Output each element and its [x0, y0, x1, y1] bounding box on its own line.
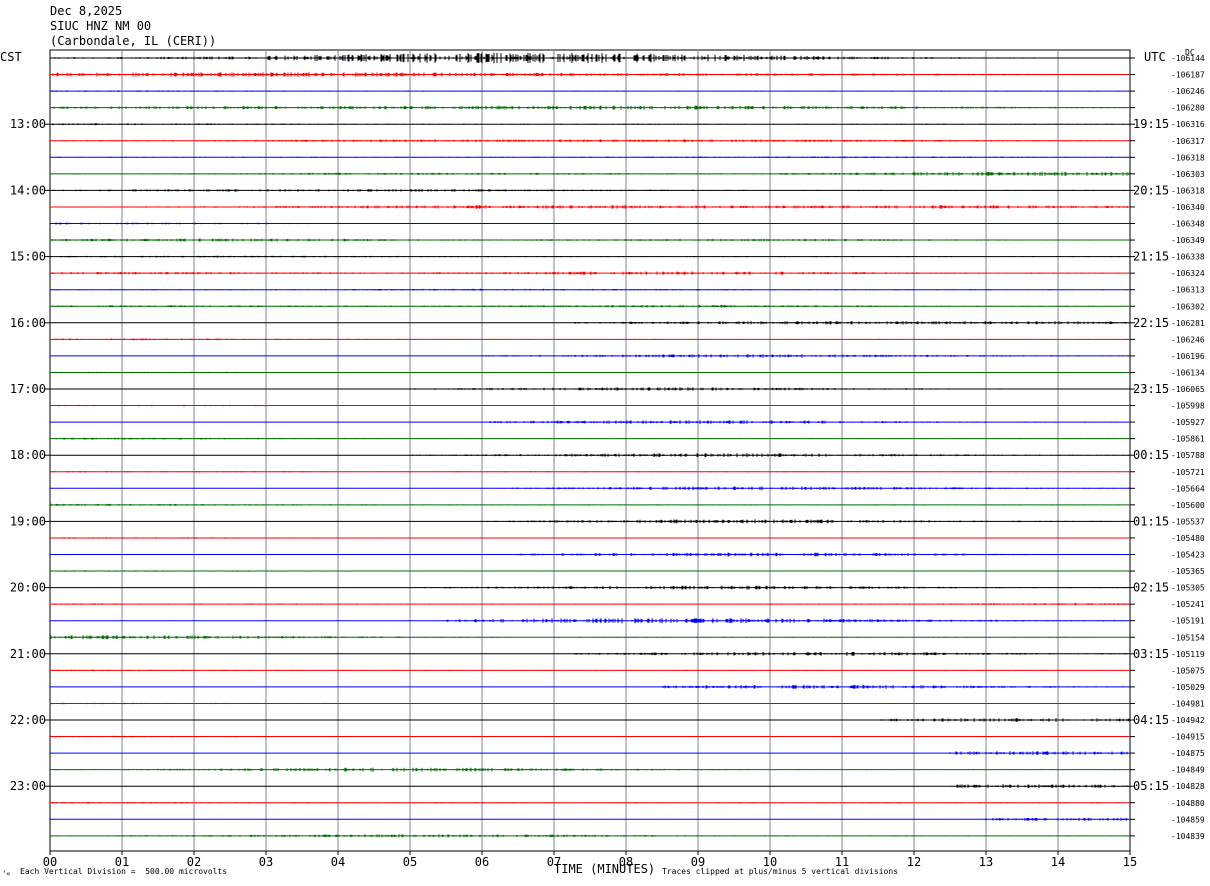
utc-hour-label: 01:15 — [1133, 514, 1169, 528]
right-axis-label: UTC — [1144, 50, 1166, 64]
dc-value-label: -105305 — [1171, 584, 1205, 593]
utc-hour-label: 19:15 — [1133, 117, 1169, 131]
dc-value-label: -106134 — [1171, 368, 1205, 377]
helicorder-plot: 00 01 02 03 04 05 06 07 08 09 10 11 12 13 14 15-106144-… — [10, 49, 1205, 869]
dc-value-label: -104875 — [1171, 749, 1205, 758]
dc-value-label: -106324 — [1171, 269, 1205, 278]
dc-value-label: -106338 — [1171, 253, 1205, 262]
dc-value-label: -104849 — [1171, 766, 1205, 775]
dc-value-label: -106318 — [1171, 186, 1205, 195]
plot-frame — [49, 49, 1131, 852]
trace-noise — [51, 105, 1128, 110]
utc-hour-label: 05:15 — [1133, 779, 1169, 793]
x-axis-title: TIME (MINUTES) — [554, 862, 656, 876]
dc-value-label: -104915 — [1171, 733, 1205, 742]
cst-hour-label: 13:00 — [10, 117, 46, 131]
dc-value-label: -106196 — [1171, 352, 1205, 361]
dc-value-label: -104839 — [1171, 832, 1205, 841]
dc-value-label: -105029 — [1171, 683, 1205, 692]
plot-grid — [45, 49, 1135, 855]
dc-value-label: -106246 — [1171, 335, 1205, 344]
dc-value-label: -105721 — [1171, 468, 1205, 477]
dc-value-label: -104828 — [1171, 782, 1205, 791]
dc-value-label: -106318 — [1171, 153, 1205, 162]
utc-hour-label: 02:15 — [1133, 581, 1169, 595]
cst-hour-label: 17:00 — [10, 382, 46, 396]
dc-value-label: -105664 — [1171, 484, 1205, 493]
dc-value-label: -105998 — [1171, 402, 1205, 411]
dc-value-label: -106187 — [1171, 71, 1205, 80]
corner-mark: ‘« — [2, 870, 11, 878]
dc-value-label: -104859 — [1171, 815, 1205, 824]
x-tick-label: 06 — [475, 855, 489, 869]
dc-value-label: -106348 — [1171, 220, 1205, 229]
axis-labels: 00 01 02 03 04 05 06 07 08 09 10 11 12 13 14 15-106144-… — [10, 54, 1205, 869]
trace-noise — [49, 238, 1129, 242]
utc-hour-label: 03:15 — [1133, 647, 1169, 661]
utc-hour-label: 22:15 — [1133, 316, 1169, 330]
utc-hour-label: 23:15 — [1133, 382, 1169, 396]
header-station: SIUC HNZ NM 00 — [50, 19, 152, 33]
dc-value-label: -106281 — [1171, 319, 1205, 328]
dc-value-label: -105861 — [1171, 435, 1205, 444]
dc-value-label: -105075 — [1171, 666, 1205, 675]
cst-hour-label: 22:00 — [10, 713, 46, 727]
scale-note: Each Vertical Division = 500.00 microvol… — [20, 867, 228, 876]
header-block: Dec 8,2025 SIUC HNZ NM 00 (Carbondale, I… — [50, 4, 216, 49]
cst-hour-label: 20:00 — [10, 581, 46, 595]
dc-value-label: -106302 — [1171, 302, 1205, 311]
dc-value-label: -106340 — [1171, 203, 1205, 212]
utc-hour-label: 04:15 — [1133, 713, 1169, 727]
left-axis-label: CST — [0, 50, 22, 64]
cst-hour-label: 16:00 — [10, 316, 46, 330]
x-tick-label: 14 — [1051, 855, 1065, 869]
dc-value-label: -105600 — [1171, 501, 1205, 510]
dc-value-label: -105241 — [1171, 600, 1205, 609]
dc-value-label: -106303 — [1171, 170, 1205, 179]
cst-hour-label: 21:00 — [10, 647, 46, 661]
x-tick-label: 05 — [403, 855, 417, 869]
dc-value-label: -104981 — [1171, 699, 1205, 708]
dc-value-label: -105191 — [1171, 617, 1205, 626]
x-tick-label: 15 — [1123, 855, 1137, 869]
dc-value-label: -106246 — [1171, 87, 1205, 96]
dc-value-label: -105154 — [1171, 633, 1205, 642]
utc-hour-label: 21:15 — [1133, 250, 1169, 264]
dc-value-label: -105788 — [1171, 451, 1205, 460]
dc-value-label: -105927 — [1171, 418, 1205, 427]
dc-value-label: -104942 — [1171, 716, 1205, 725]
seismic-traces — [49, 52, 1130, 838]
utc-hour-label: 20:15 — [1133, 183, 1169, 197]
x-tick-label: 04 — [331, 855, 345, 869]
cst-hour-label: 19:00 — [10, 514, 46, 528]
cst-hour-label: 23:00 — [10, 779, 46, 793]
dc-value-label: -106313 — [1171, 286, 1205, 295]
dc-value-label: -106316 — [1171, 120, 1205, 129]
header-location: (Carbondale, IL (CERI)) — [50, 34, 217, 48]
clip-note: Traces clipped at plus/minus 5 vertical … — [662, 867, 899, 876]
dc-label: DC — [1185, 48, 1195, 57]
dc-value-label: -105119 — [1171, 650, 1205, 659]
dc-value-label: -106065 — [1171, 385, 1205, 394]
x-tick-label: 03 — [259, 855, 273, 869]
dc-value-label: -104880 — [1171, 799, 1205, 808]
dc-value-label: -105365 — [1171, 567, 1205, 576]
x-tick-label: 12 — [907, 855, 921, 869]
dc-value-label: -106280 — [1171, 104, 1205, 113]
header-date: Dec 8,2025 — [50, 4, 123, 18]
x-tick-label: 13 — [979, 855, 993, 869]
trace-noise — [498, 486, 1130, 491]
dc-value-label: -105423 — [1171, 551, 1205, 560]
cst-hour-label: 18:00 — [10, 448, 46, 462]
dc-value-label: -106317 — [1171, 137, 1205, 146]
cst-hour-label: 15:00 — [10, 250, 46, 264]
utc-hour-label: 00:15 — [1133, 448, 1169, 462]
dc-value-label: -105480 — [1171, 534, 1205, 543]
dc-value-label: -105537 — [1171, 517, 1205, 526]
cst-hour-label: 14:00 — [10, 183, 46, 197]
dc-value-label: -106349 — [1171, 236, 1205, 245]
